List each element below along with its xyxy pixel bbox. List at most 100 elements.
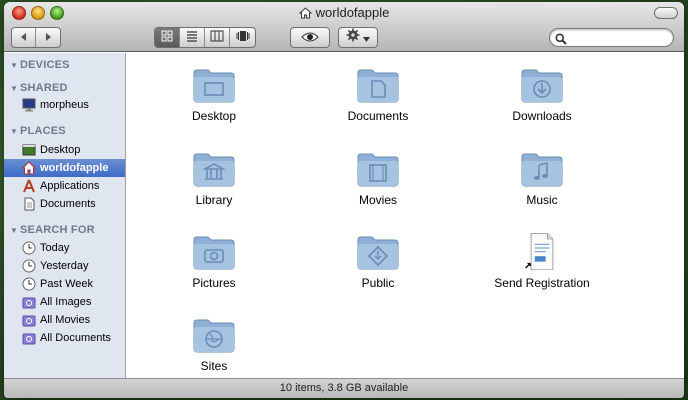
file-browser[interactable]: Desktop Documents Downloads Library Movi… [127, 53, 684, 378]
file-item-documents[interactable]: Documents [318, 53, 438, 129]
file-item-library[interactable]: Library [154, 137, 274, 213]
cover-flow-button[interactable] [230, 28, 255, 47]
disclosure-triangle-icon[interactable]: ▼ [10, 127, 20, 136]
title-bar[interactable]: worldofapple [4, 2, 684, 52]
file-item-music[interactable]: Music [482, 137, 602, 213]
sidebar-item-label: Today [40, 242, 70, 254]
search-field[interactable] [549, 28, 674, 47]
back-button[interactable] [12, 28, 36, 47]
file-item-downloads[interactable]: Downloads [482, 53, 602, 129]
list-view-button[interactable] [180, 28, 205, 47]
chevron-down-icon [363, 29, 370, 47]
action-menu-button[interactable] [338, 27, 378, 48]
section-heading: SHARED [20, 82, 68, 94]
smart-folder-icon [22, 295, 36, 309]
file-item-label: Send Registration [494, 276, 590, 290]
clock-icon [22, 277, 36, 291]
forward-arrow-icon [43, 29, 53, 47]
sidebar-item-label: All Movies [40, 314, 91, 326]
finder-window: worldofapple ▼ DEVICES ▼ SHARED morpheus… [4, 2, 684, 398]
file-item-sites[interactable]: Sites [154, 303, 274, 379]
sidebar-section-devices[interactable]: ▼ DEVICES [10, 59, 70, 71]
disclosure-triangle-icon[interactable]: ▼ [10, 61, 20, 70]
file-item-pictures[interactable]: Pictures [154, 220, 274, 296]
file-item-label: Movies [358, 193, 397, 207]
file-item-label: Documents [347, 109, 409, 123]
home-icon [298, 7, 312, 22]
sidebar-section-shared[interactable]: ▼ SHARED [10, 82, 68, 94]
sidebar-item-label: Documents [40, 198, 96, 210]
downloads-folder-icon [521, 69, 563, 103]
back-arrow-icon [19, 29, 29, 47]
clock-icon [22, 259, 36, 273]
sidebar-item-all-images[interactable]: All Images [4, 293, 125, 311]
sidebar-item-applications[interactable]: Applications [4, 177, 125, 195]
file-item-movies[interactable]: Movies [318, 137, 438, 213]
search-input[interactable] [570, 31, 668, 45]
music-folder-icon [521, 153, 563, 187]
action-menu-inner[interactable] [339, 28, 377, 47]
clock-icon [22, 241, 36, 255]
sidebar-item-label: worldofapple [40, 162, 109, 174]
file-item-label: Desktop [191, 109, 237, 123]
eye-icon [301, 29, 319, 47]
sidebar-item-yesterday[interactable]: Yesterday [4, 257, 125, 275]
sites-folder-icon [193, 319, 235, 353]
sidebar-section-places[interactable]: ▼ PLACES [10, 125, 66, 137]
sidebar-section-search-for[interactable]: ▼ SEARCH FOR [10, 224, 95, 236]
document-icon [22, 197, 36, 211]
toolbar-toggle-button[interactable] [654, 7, 678, 19]
public-folder-icon [357, 236, 399, 270]
back-forward-control [11, 27, 61, 48]
movies-folder-icon [357, 153, 399, 187]
window-title-text: worldofapple [315, 5, 390, 20]
sidebar-item-documents[interactable]: Documents [4, 195, 125, 213]
sidebar-item-label: Applications [40, 180, 100, 192]
sidebar-item-past-week[interactable]: Past Week [4, 275, 125, 293]
sidebar-item-worldofapple[interactable]: worldofapple [4, 159, 125, 177]
file-item-send-registration[interactable]: Send Registration [482, 220, 602, 296]
list-view-icon [186, 29, 198, 47]
column-view-button[interactable] [205, 28, 230, 47]
file-item-label: Pictures [192, 276, 236, 290]
file-item-label: Library [195, 193, 233, 207]
forward-button[interactable] [36, 28, 60, 47]
disclosure-triangle-icon[interactable]: ▼ [10, 84, 20, 93]
column-view-icon [210, 29, 224, 47]
quick-look-button[interactable] [290, 27, 330, 48]
desktop-folder-icon [193, 69, 235, 103]
documents-folder-icon [357, 69, 399, 103]
sidebar-item-morpheus[interactable]: morpheus [4, 96, 125, 114]
desktop-icon [22, 143, 36, 157]
sidebar-item-label: morpheus [40, 99, 89, 111]
sidebar-item-desktop[interactable]: Desktop [4, 141, 125, 159]
section-heading: PLACES [20, 125, 66, 137]
section-heading: SEARCH FOR [20, 224, 95, 236]
file-item-label: Sites [200, 359, 228, 373]
sidebar-item-label: All Documents [40, 332, 111, 344]
smart-folder-icon [22, 313, 36, 327]
disclosure-triangle-icon[interactable]: ▼ [10, 226, 20, 235]
section-heading: DEVICES [20, 59, 70, 71]
smart-folder-icon [22, 331, 36, 345]
sidebar-item-label: Past Week [40, 278, 93, 290]
window-title: worldofapple [4, 5, 684, 22]
icon-view-button[interactable] [155, 28, 180, 47]
library-folder-icon [193, 153, 235, 187]
status-bar: 10 items, 3.8 GB available [4, 378, 684, 398]
view-mode-control [154, 27, 256, 48]
computer-icon [22, 98, 36, 112]
sidebar-item-all-movies[interactable]: All Movies [4, 311, 125, 329]
icon-view-icon [161, 29, 173, 47]
sidebar-item-today[interactable]: Today [4, 239, 125, 257]
pictures-folder-icon [193, 236, 235, 270]
file-item-desktop[interactable]: Desktop [154, 53, 274, 129]
sidebar-item-label: Yesterday [40, 260, 89, 272]
gear-icon [346, 28, 360, 47]
sidebar-item-all-documents[interactable]: All Documents [4, 329, 125, 347]
quick-look-inner[interactable] [291, 28, 329, 47]
file-item-public[interactable]: Public [318, 220, 438, 296]
search-icon [555, 32, 567, 50]
sidebar-item-label: All Images [40, 296, 92, 308]
cover-flow-icon [236, 29, 250, 47]
